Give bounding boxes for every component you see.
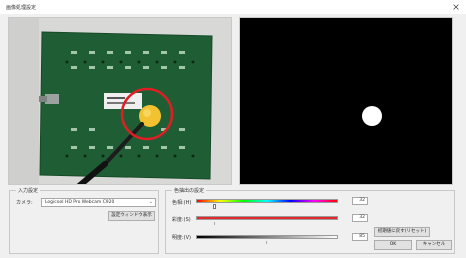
camera-image xyxy=(9,18,231,184)
close-icon xyxy=(453,4,459,10)
value-label: 明度:(V) xyxy=(172,235,192,241)
title-bar: 画像処理設定 xyxy=(0,0,466,14)
camera-select-value: Logicool HD Pro Webcam C920 xyxy=(45,200,115,205)
camera-settings-button[interactable]: 設定ウィンドウ表示 xyxy=(108,211,155,221)
saturation-label: 彩度:(S) xyxy=(172,217,191,223)
input-settings-legend: 入力設定 xyxy=(16,187,41,194)
chevron-down-icon: ⌄ xyxy=(148,199,153,205)
cancel-button[interactable]: キャンセル xyxy=(416,240,452,250)
value-slider-track[interactable] xyxy=(196,235,338,239)
close-button[interactable] xyxy=(450,1,462,13)
camera-label: カメラ: xyxy=(16,200,33,206)
hue-value[interactable]: 32 xyxy=(352,197,368,205)
camera-select[interactable]: Logicool HD Pro Webcam C920 ⌄ xyxy=(41,198,156,207)
camera-preview xyxy=(8,17,232,185)
saturation-slider-track[interactable] xyxy=(196,216,338,220)
saturation-value[interactable]: 32 xyxy=(352,214,368,222)
hue-slider-thumb[interactable] xyxy=(213,204,216,209)
color-extraction-legend: 色抽出の設定 xyxy=(172,187,207,194)
reset-button[interactable]: 初期値に戻す(リセット) xyxy=(374,227,430,237)
hue-slider-track[interactable] xyxy=(196,199,338,203)
hue-label: 色相:(H) xyxy=(172,200,192,206)
value-value[interactable]: 85 xyxy=(352,233,368,241)
color-extraction-group: 色抽出の設定 色相:(H) 32 彩度:(S) 32 明度:(V) 85 初期値… xyxy=(165,187,455,254)
saturation-slider-thumb[interactable] xyxy=(214,222,215,225)
value-slider-thumb[interactable] xyxy=(266,241,267,244)
mask-preview xyxy=(239,17,453,185)
input-settings-group: 入力設定 カメラ: Logicool HD Pro Webcam C920 ⌄ … xyxy=(9,187,159,254)
window-title: 画像処理設定 xyxy=(6,5,37,11)
mask-image xyxy=(240,18,452,184)
detected-blob xyxy=(362,106,382,126)
ok-button[interactable]: OK xyxy=(374,240,412,250)
